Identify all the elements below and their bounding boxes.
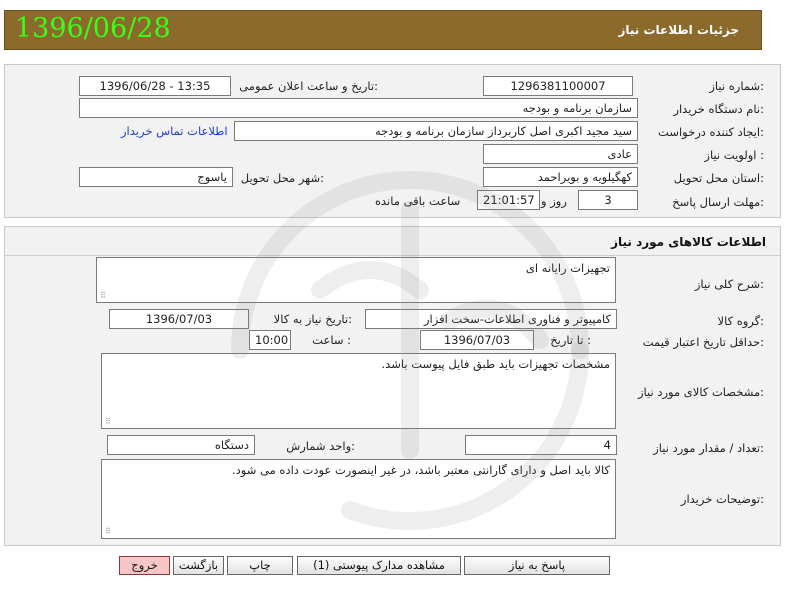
summary-label: شرح کلی نیاز: [694, 277, 764, 291]
goods-section-title: اطلاعات کالاهای مورد نیاز [611, 235, 766, 249]
need-number-field: 1296381100007 [483, 76, 633, 96]
resize-grip-icon: ⠿ [105, 417, 111, 426]
province-label: استان محل تحویل: [673, 171, 764, 185]
print-button[interactable]: چاپ [227, 556, 293, 575]
buyer-contact-link[interactable]: اطلاعات تماس خریدار [121, 124, 228, 138]
time-field: 10:00 [249, 330, 291, 350]
summary-textarea[interactable]: تجهیزات رایانه ای ⠿ [96, 257, 616, 303]
back-button[interactable]: بازگشت [173, 556, 224, 575]
creator-field: سید مجید اکبری اصل کاربرداز سازمان برنام… [234, 121, 638, 141]
goods-info-panel: اطلاعات کالاهای مورد نیاز شرح کلی نیاز: … [4, 226, 781, 546]
deadline-days-field: 3 [578, 190, 638, 210]
spec-text: مشخصات تجهیزات باید طبق فایل پیوست باشد. [381, 357, 610, 371]
reply-button[interactable]: پاسخ به نیاز [464, 556, 610, 575]
group-label: گروه کالا: [717, 314, 764, 328]
until-date-field: 1396/07/03 [420, 330, 534, 350]
attachments-button[interactable]: مشاهده مدارک پیوستی (1) [297, 556, 461, 575]
unit-label: واحد شمارش: [286, 439, 355, 453]
qty-field: 4 [465, 435, 617, 455]
buyer-notes-label: توضیحات خریدار: [680, 492, 764, 506]
province-field: کهگیلویه و بویراحمد [483, 167, 638, 187]
until-label: تا تاریخ : [550, 333, 591, 347]
page-title: جزئیات اطلاعات نیاز [618, 23, 739, 37]
deadline-time-field: 21:01:57 [477, 190, 540, 210]
qty-label: تعداد / مقدار مورد نیاز: [653, 441, 764, 455]
header-date: 1396/06/28 [15, 13, 171, 44]
spec-textarea[interactable]: مشخصات تجهیزات باید طبق فایل پیوست باشد.… [101, 353, 616, 429]
need-number-label: شماره نیاز: [709, 79, 764, 93]
deadline-label: مهلت ارسال پاسخ: [672, 195, 764, 209]
priority-field: عادی [483, 144, 638, 164]
time-label: ساعت : [312, 333, 351, 347]
exit-button[interactable]: خروج [119, 556, 170, 575]
spec-label: مشخصات کالای مورد نیاز: [637, 385, 764, 399]
priority-label: اولویت نیاز : [704, 148, 764, 162]
announce-label: تاریخ و ساعت اعلان عمومی: [239, 79, 378, 93]
group-field: کامپیوتر و فناوری اطلاعات-سخت افزار [365, 309, 617, 329]
remaining-word: ساعت باقی مانده [375, 194, 461, 208]
need-date-label: تاریخ نیاز به کالا: [273, 312, 352, 326]
section-divider [5, 255, 780, 256]
resize-grip-icon: ⠿ [100, 291, 106, 300]
need-date-field: 1396/07/03 [109, 309, 249, 329]
action-bar: پاسخ به نیاز مشاهده مدارک پیوستی (1) چاپ… [0, 556, 785, 578]
unit-field: دستگاه [107, 435, 255, 455]
resize-grip-icon: ⠿ [105, 527, 111, 536]
buyer-org-field: سازمان برنامه و بودجه [79, 98, 638, 118]
buyer-notes-text: کالا باید اصل و دارای گارانتی معتبر باشد… [232, 463, 610, 477]
page-header: 1396/06/28 جزئیات اطلاعات نیاز [4, 10, 762, 50]
announce-field: 1396/06/28 - 13:35 [79, 76, 231, 96]
buyer-notes-textarea[interactable]: کالا باید اصل و دارای گارانتی معتبر باشد… [101, 459, 616, 539]
need-info-panel: شماره نیاز: 1296381100007 تاریخ و ساعت ا… [4, 64, 781, 218]
city-field: یاسوج [79, 167, 233, 187]
city-label: شهر محل تحویل: [240, 171, 324, 185]
creator-label: ایجاد کننده درخواست: [658, 125, 764, 139]
min-validity-label: حداقل تاریخ اعتبار قیمت: [642, 335, 764, 349]
summary-text: تجهیزات رایانه ای [525, 261, 610, 275]
buyer-org-label: نام دستگاه خریدار: [673, 102, 764, 116]
days-word: روز و [541, 194, 567, 208]
